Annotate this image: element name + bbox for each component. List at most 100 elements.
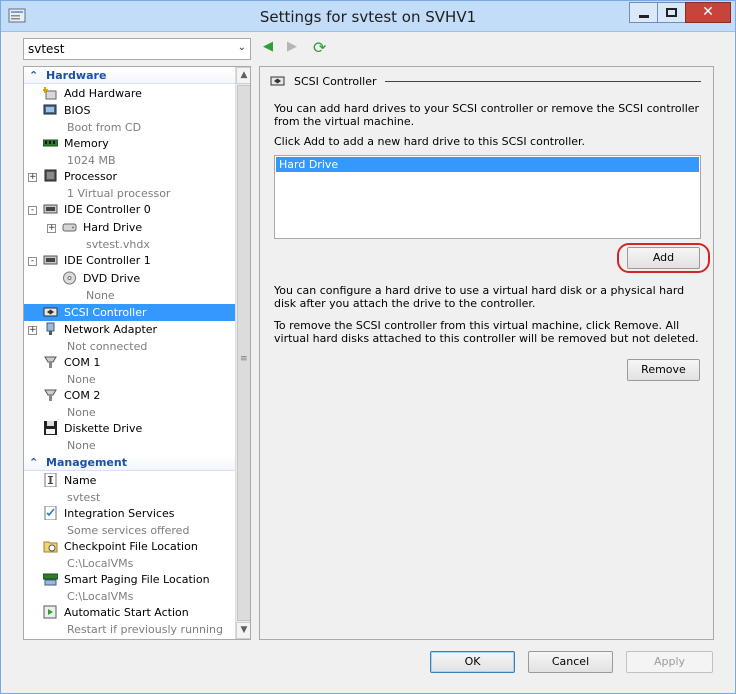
maximize-icon: [666, 8, 677, 17]
settings-tree: ⌃ Hardware Add Hardware BIOS Boot from C…: [23, 66, 251, 640]
scsi-controller-icon: [270, 76, 285, 86]
scroll-up-arrow-icon[interactable]: ▲: [236, 67, 250, 84]
com-port-icon: [44, 356, 57, 368]
collapse-chevron-icon: ⌃: [29, 456, 39, 469]
sidebar-item-label: COM 2: [64, 389, 101, 402]
ide-controller-icon: [43, 255, 58, 265]
sidebar-item-label: Smart Paging File Location: [64, 573, 210, 586]
sidebar-item-label: Processor: [64, 170, 117, 183]
sidebar-item-automatic-start-action[interactable]: Automatic Start Action: [24, 604, 235, 621]
list-item[interactable]: Hard Drive: [276, 157, 699, 172]
sidebar-item-subtext: 1 Virtual processor: [67, 187, 171, 200]
sidebar-item-com1[interactable]: COM 1: [24, 354, 235, 371]
sidebar-item-ide-controller-1[interactable]: IDE Controller 1: [24, 252, 235, 269]
name-icon: [44, 473, 57, 487]
management-section-header[interactable]: ⌃ Management: [24, 455, 235, 471]
sidebar-item-subtext: C:\LocalVMs: [67, 557, 134, 570]
com-port-icon: [44, 389, 57, 401]
sidebar-item-subtext: Boot from CD: [67, 121, 142, 134]
smart-paging-icon: [43, 573, 58, 586]
sidebar-item-label: Hard Drive: [83, 221, 143, 234]
sidebar-item-hard-drive[interactable]: Hard Drive: [24, 219, 235, 236]
sidebar-item-bios[interactable]: BIOS: [24, 102, 235, 119]
vm-select-dropdown[interactable]: svtest ⌄: [23, 38, 251, 60]
sidebar-item-label: IDE Controller 1: [64, 254, 151, 267]
sidebar-item-integration-services[interactable]: Integration Services: [24, 505, 235, 522]
title-bar[interactable]: Settings for svtest on SVHV1 ✕: [1, 1, 735, 32]
sidebar-item-subtext: svtest: [67, 491, 101, 504]
apply-button[interactable]: Apply: [626, 651, 713, 673]
maximize-button[interactable]: [657, 2, 685, 23]
processor-icon: [44, 169, 57, 182]
sidebar-item-diskette-drive[interactable]: Diskette Drive: [24, 420, 235, 437]
sidebar-item-memory[interactable]: Memory: [24, 135, 235, 152]
add-hardware-icon: [43, 87, 57, 100]
diskette-icon: [44, 421, 57, 435]
remove-info-text: To remove the SCSI controller from this …: [274, 319, 699, 345]
intro-text: You can add hard drives to your SCSI con…: [274, 102, 700, 128]
details-panel: SCSI Controller You can add hard drives …: [259, 66, 714, 640]
sidebar-item-subtext: Restart if previously running: [67, 623, 223, 636]
sidebar-item-label: Add Hardware: [64, 87, 142, 100]
sidebar-item-label: Memory: [64, 137, 109, 150]
sidebar-item-processor[interactable]: Processor: [24, 168, 235, 185]
chevron-down-icon: ⌄: [237, 42, 246, 53]
sidebar-item-subtext: None: [67, 439, 96, 452]
integration-services-icon: [44, 506, 57, 520]
dvd-drive-icon: [63, 271, 76, 285]
close-button[interactable]: ✕: [685, 2, 731, 23]
sidebar-item-network-adapter[interactable]: Network Adapter: [24, 321, 235, 338]
sidebar-item-subtext: svtest.vhdx: [86, 238, 150, 251]
scroll-down-arrow-icon[interactable]: ▼: [236, 622, 250, 639]
sidebar-item-subtext: None: [86, 289, 115, 302]
click-add-text: Click Add to add a new hard drive to thi…: [274, 135, 586, 148]
ok-button[interactable]: OK: [430, 651, 515, 673]
sidebar-item-label: Integration Services: [64, 507, 175, 520]
sidebar-item-add-hardware[interactable]: Add Hardware: [24, 85, 235, 102]
sidebar-item-subtext: Not connected: [67, 340, 148, 353]
sidebar-item-label: Network Adapter: [64, 323, 158, 336]
sidebar-item-name[interactable]: Name: [24, 472, 235, 489]
minimize-button[interactable]: [629, 2, 657, 23]
drive-list[interactable]: Hard Drive: [274, 155, 701, 239]
add-button[interactable]: Add: [627, 247, 700, 269]
minimize-icon: [639, 15, 649, 18]
sidebar-item-label: SCSI Controller: [64, 306, 147, 319]
back-arrow-icon[interactable]: ◀: [263, 39, 277, 57]
sidebar-item-subtext: None: [67, 373, 96, 386]
grip-icon: ≡: [240, 354, 248, 364]
sidebar-item-subtext: 1024 MB: [67, 154, 116, 167]
network-adapter-icon: [46, 322, 55, 335]
forward-arrow-icon[interactable]: ▶: [287, 39, 301, 57]
header-divider: [385, 81, 701, 82]
sidebar-item-checkpoint-file-location[interactable]: Checkpoint File Location: [24, 538, 235, 555]
hard-drive-icon: [62, 223, 77, 232]
hardware-header-label: Hardware: [46, 69, 107, 82]
sidebar-item-label: Name: [64, 474, 97, 487]
settings-window: Settings for svtest on SVHV1 ✕ svtest ⌄ …: [0, 0, 736, 694]
sidebar-item-label: IDE Controller 0: [64, 203, 151, 216]
scsi-controller-icon: [43, 307, 58, 317]
window-title: Settings for svtest on SVHV1: [259, 8, 477, 26]
sidebar-item-label: DVD Drive: [83, 272, 141, 285]
sidebar-item-label: COM 1: [64, 356, 101, 369]
sidebar-item-scsi-controller[interactable]: SCSI Controller: [24, 304, 235, 321]
configure-text: You can configure a hard drive to use a …: [274, 284, 685, 310]
sidebar-scrollbar[interactable]: ▲ ≡ ▼: [235, 67, 250, 639]
auto-start-icon: [43, 605, 57, 619]
hardware-section-header[interactable]: ⌃ Hardware: [24, 68, 235, 84]
scrollbar-thumb[interactable]: ≡: [237, 85, 250, 621]
cancel-button[interactable]: Cancel: [528, 651, 613, 673]
sidebar-item-ide-controller-0[interactable]: IDE Controller 0: [24, 201, 235, 218]
close-icon: ✕: [702, 4, 714, 20]
sidebar-item-smart-paging-file-location[interactable]: Smart Paging File Location: [24, 571, 235, 588]
remove-button[interactable]: Remove: [627, 359, 700, 381]
sidebar-item-dvd-drive[interactable]: DVD Drive: [24, 270, 235, 287]
bios-icon: [43, 104, 57, 115]
sidebar-item-label: Checkpoint File Location: [64, 540, 198, 553]
sidebar-item-com2[interactable]: COM 2: [24, 387, 235, 404]
panel-title: SCSI Controller: [294, 75, 377, 88]
refresh-icon[interactable]: ⟳: [313, 38, 331, 57]
checkpoint-icon: [43, 541, 58, 553]
dialog-footer: OK Cancel Apply: [1, 647, 735, 693]
